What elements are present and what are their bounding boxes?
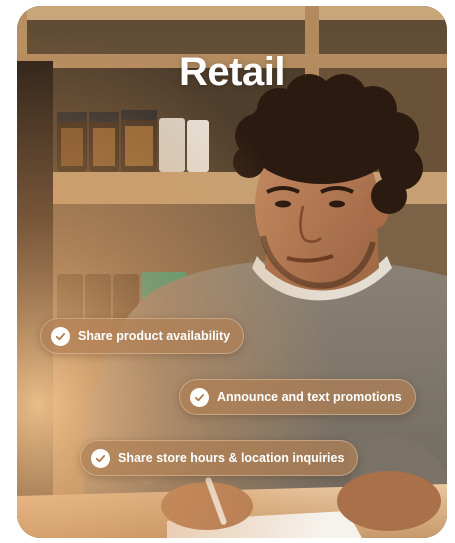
feature-pill-label: Share product availability — [78, 329, 231, 343]
check-circle-icon — [91, 448, 110, 468]
card-title: Retail — [179, 50, 285, 94]
feature-pill-label: Announce and text promotions — [217, 390, 402, 404]
check-circle-icon — [51, 326, 70, 346]
feature-pill-promotions: Announce and text promotions — [179, 379, 416, 415]
retail-card: Retail Share product availability Announ… — [17, 6, 447, 538]
check-circle-icon — [190, 387, 209, 407]
feature-pill-product-availability: Share product availability — [40, 318, 245, 354]
feature-pill-store-hours: Share store hours & location inquiries — [80, 440, 359, 476]
feature-pill-label: Share store hours & location inquiries — [118, 451, 345, 465]
